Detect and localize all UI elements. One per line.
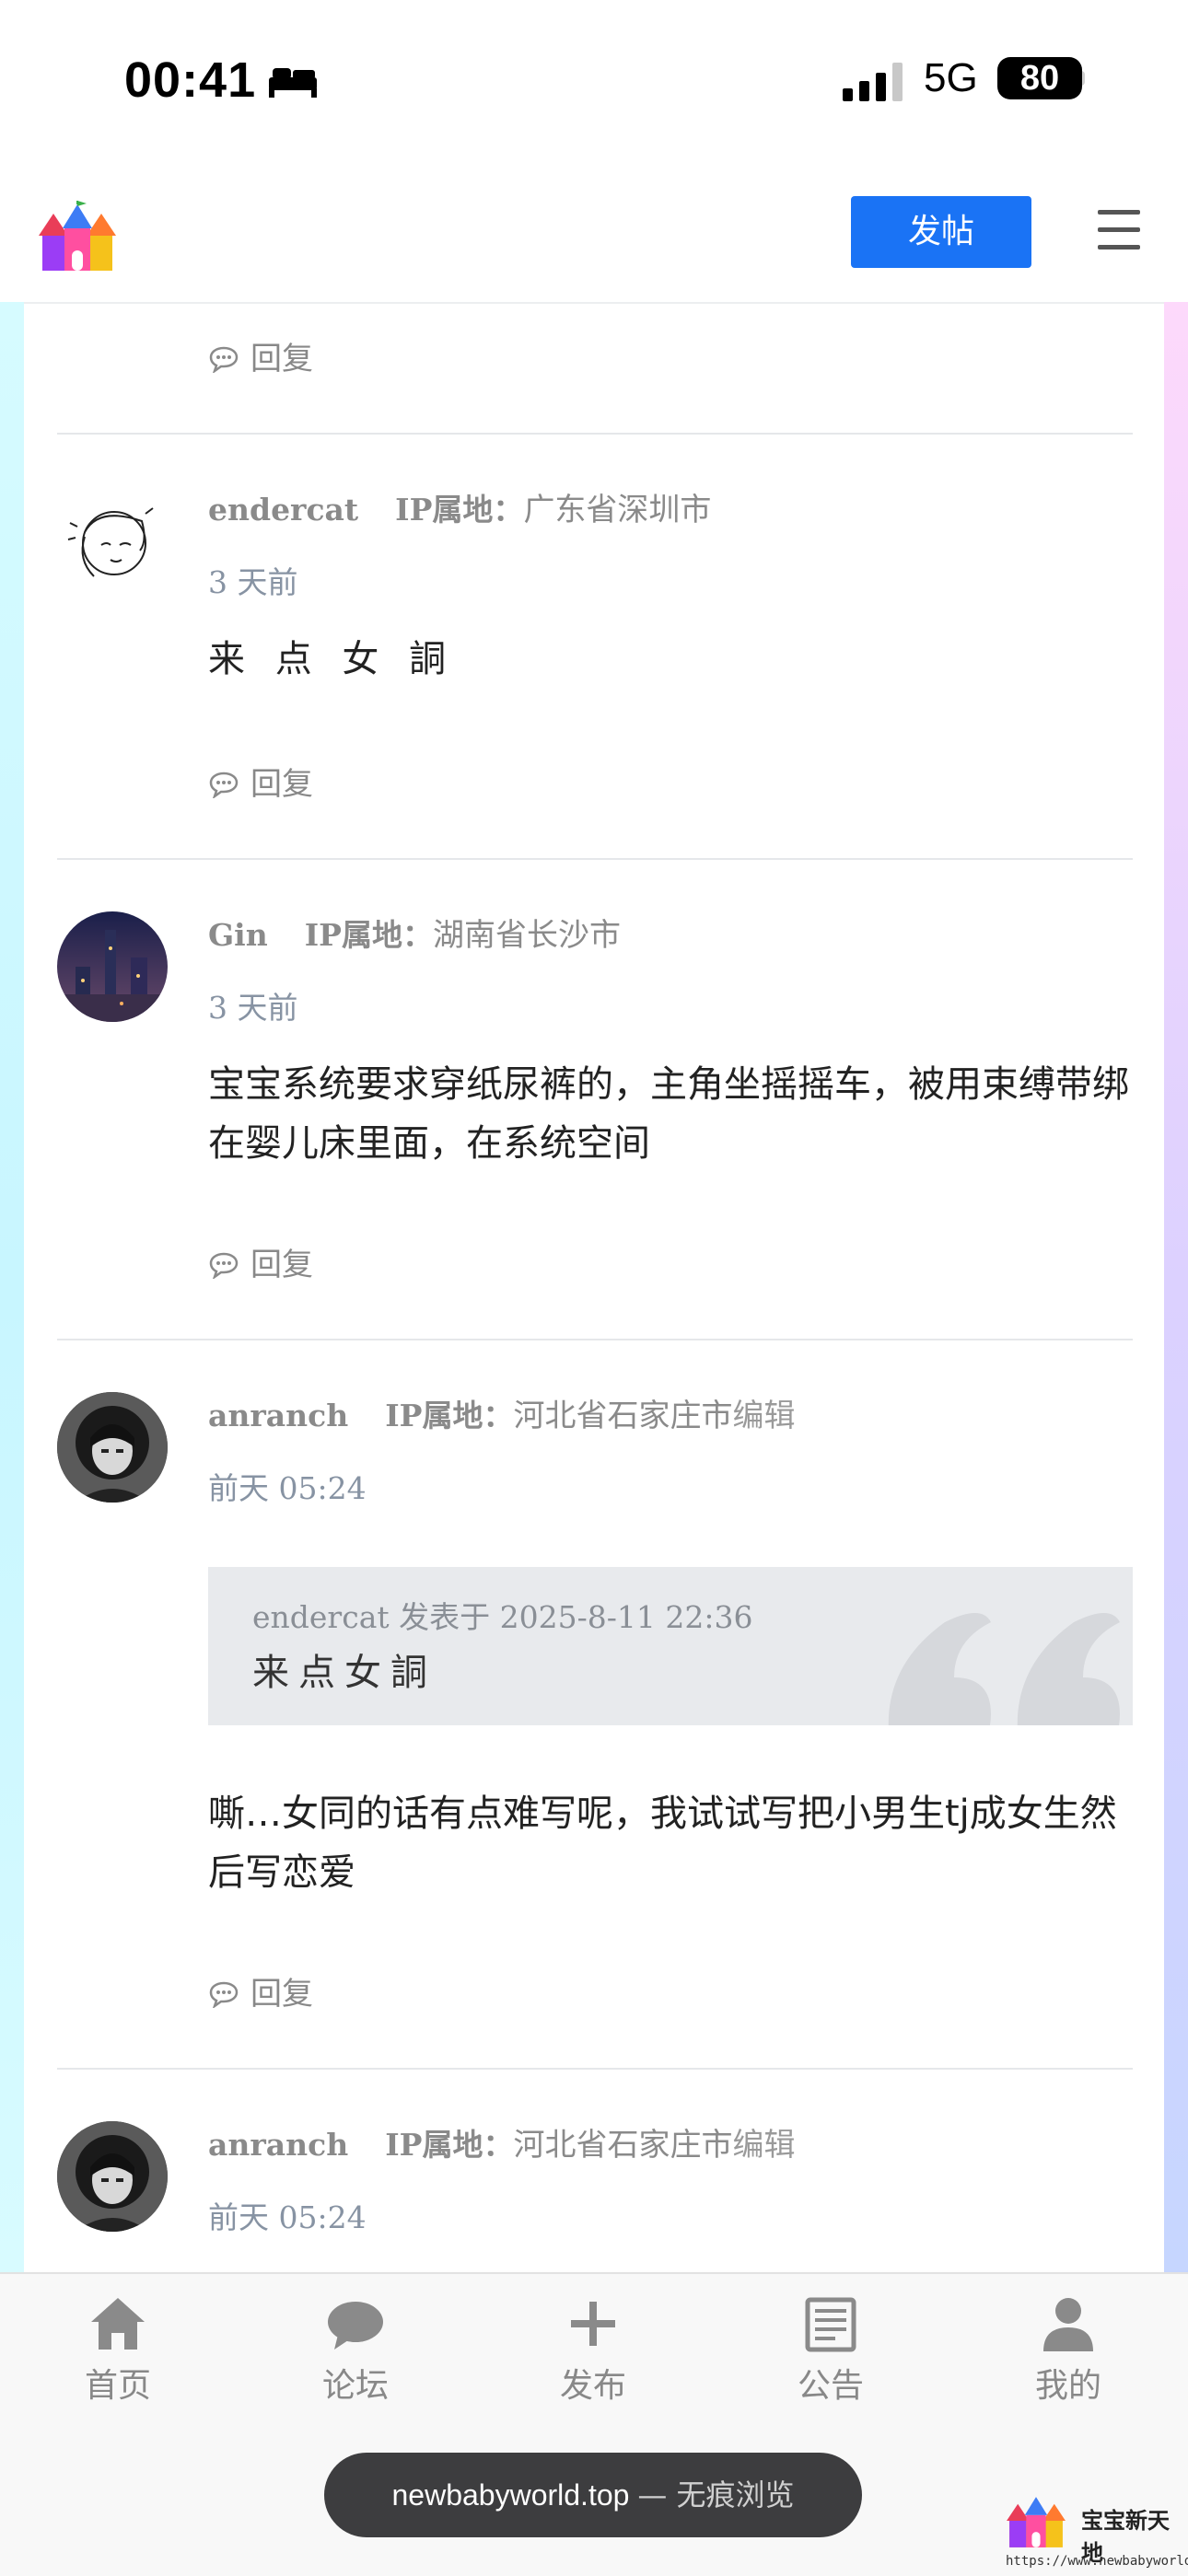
comment-bubble-icon [209,772,239,798]
status-time: 00:41 [124,52,257,108]
new-post-button[interactable]: 发帖 [851,196,1031,268]
left-gradient-border [0,302,24,2272]
tab-forum[interactable]: 论坛 [282,2294,429,2407]
comment-time: 3 天前 [208,990,298,1026]
ip-label: IP属地： [385,2127,514,2163]
city-night-avatar-icon [57,911,168,1022]
ip-label: IP属地： [395,492,524,528]
comment-meta: anranch IP属地：河北省石家庄市编辑 [208,1390,796,1435]
network-type: 5G [924,55,978,100]
comment-bubble-icon [209,1981,239,2008]
tab-label: 我的 [1034,2367,1101,2405]
ip-location: 河北省石家庄市 [513,1398,733,1434]
chat-bubble-icon [328,2302,383,2350]
ip-label: IP属地： [385,1398,514,1433]
comment-meta: anranch IP属地：河北省石家庄市编辑 [208,2119,796,2164]
status-bar: 00:41 5G 80 [0,0,1188,166]
comment-bubble-icon [209,346,239,373]
browser-url-pill[interactable]: newbabyworld.top — 无痕浏览 [324,2453,862,2537]
right-gradient-border [1164,302,1188,2272]
newspaper-icon [805,2297,856,2352]
comment-text: 嘶…女同的话有点难写呢，我试试写把小男生tj成女生然后写恋爱 [208,1793,1117,1894]
ip-location: 广东省深圳市 [523,492,712,528]
cellular-signal-icon [843,63,903,101]
edit-link[interactable]: 编辑 [733,2127,796,2164]
ip-label: IP属地： [304,917,433,953]
edit-link[interactable]: 编辑 [733,1398,796,1434]
quote-mark-icon [888,1613,1120,1725]
user-icon [1043,2298,1093,2351]
username[interactable]: anranch [208,1398,348,1433]
comment-time: 3 天前 [208,564,298,600]
dark-anime-avatar-icon [57,1392,168,1503]
plus-icon [571,2302,615,2346]
comment-divider [57,1339,1133,1340]
bottom-tab-bar: 首页 论坛 发布 公告 我的 newbabyworld.top — 无痕浏览 宝… [0,2272,1188,2576]
comment-bubble-icon [209,1252,239,1279]
avatar[interactable] [57,911,168,1022]
comment-time: 前天 05:24 [208,1470,367,1506]
comment-meta: Gin IP属地：湖南省长沙市 [208,910,621,955]
sleep-focus-icon [269,68,317,98]
tab-label: 论坛 [321,2367,389,2405]
site-header: 发帖 [0,166,1188,304]
tab-label: 首页 [84,2367,151,2405]
username[interactable]: Gin [208,917,268,953]
ip-location: 湖南省长沙市 [432,917,621,954]
reply-button[interactable]: 回复 [208,333,313,378]
castle-logo-icon[interactable] [35,201,120,271]
reply-label: 回复 [250,1976,313,2013]
reply-label: 回复 [250,341,313,377]
username[interactable]: endercat [208,492,358,528]
private-mode-label: — 无痕浏览 [637,2477,795,2512]
url-text: newbabyworld.top [391,2478,630,2512]
comment-time: 前天 05:24 [208,2199,367,2235]
ip-location: 河北省石家庄市 [513,2127,733,2164]
reply-button[interactable]: 回复 [208,1239,313,1284]
quote-text: 来点女詷 [252,1652,437,1694]
username[interactable]: anranch [208,2127,348,2163]
comment-divider [57,2068,1133,2070]
castle-logo-icon [1007,2497,1066,2547]
hamburger-menu-icon[interactable] [1098,210,1140,252]
tab-label: 公告 [797,2367,864,2405]
reply-label: 回复 [250,1247,313,1283]
tab-label: 发布 [559,2367,626,2405]
home-icon [91,2298,145,2350]
quoted-comment: endercat 发表于 2025-8-11 22:36 来点女詷 [208,1567,1133,1725]
quote-header: endercat 发表于 2025-8-11 22:36 [252,1599,753,1635]
avatar[interactable] [57,486,168,597]
comment-list: 回复 endercatIP属地：广东省深圳市 3 天前 来 点 女 詷 回复 [24,304,1164,2272]
dark-anime-avatar-icon [57,2121,168,2232]
site-watermark: 宝宝新天地 https://www.newbabyworld.top [1004,2488,1188,2576]
reply-button[interactable]: 回复 [208,1968,313,2013]
watermark-url: https://www.newbabyworld.top [1006,2554,1188,2569]
reply-label: 回复 [250,766,313,803]
tab-announcements[interactable]: 公告 [757,2294,904,2407]
reply-button[interactable]: 回复 [208,759,313,804]
comment-text: 来 点 女 詷 [208,638,456,680]
battery-level: 80 [997,57,1082,99]
comment-divider [57,433,1133,435]
avatar[interactable] [57,2121,168,2232]
comment-divider [57,858,1133,860]
comment-text: 宝宝系统要求穿纸尿裤的，主角坐摇摇车，被用束缚带绑在婴儿床里面，在系统空间 [208,1063,1129,1165]
tab-publish[interactable]: 发布 [519,2294,667,2407]
avatar[interactable] [57,1392,168,1503]
tab-home[interactable]: 首页 [44,2294,192,2407]
anime-sketch-avatar-icon [67,507,154,577]
tab-profile[interactable]: 我的 [995,2294,1142,2407]
comment-meta: endercat IP属地：广东省深圳市 [208,484,711,529]
